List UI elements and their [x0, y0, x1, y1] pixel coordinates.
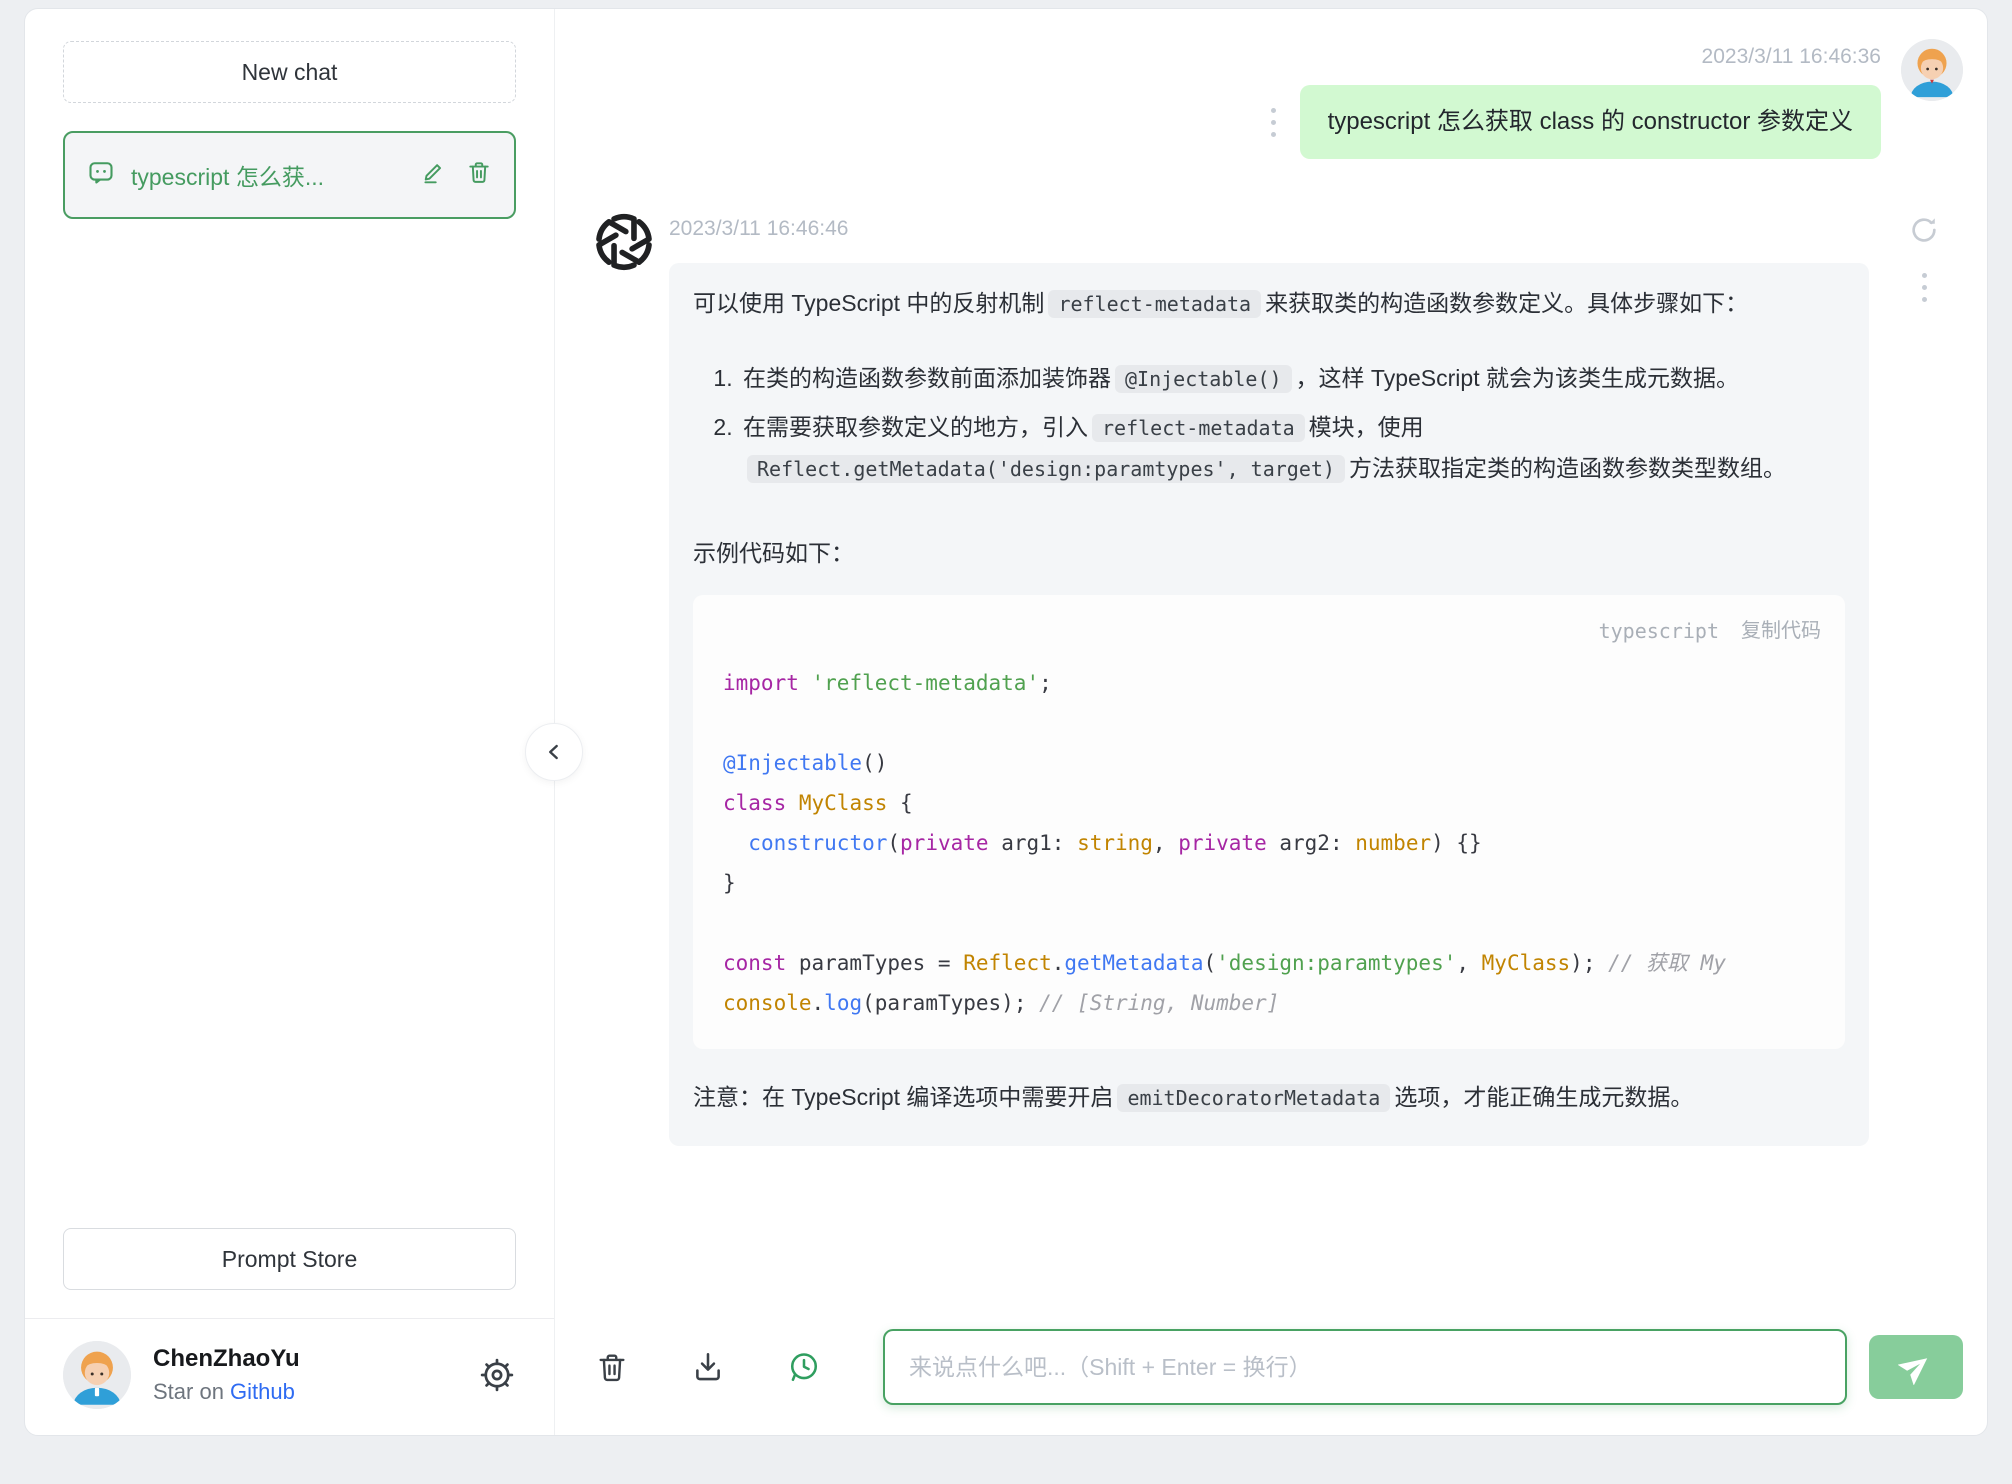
assistant-steps-list: 在类的构造函数参数前面添加装饰器@Injectable()，这样 TypeScr…: [693, 358, 1845, 489]
user-info: ChenZhaoYu Star on Github: [153, 1345, 456, 1405]
trash-icon[interactable]: [466, 159, 492, 191]
assistant-message-actions: [1885, 213, 1963, 310]
github-link[interactable]: Github: [230, 1379, 295, 1404]
chat-footer: [555, 1307, 1987, 1435]
copy-code-button[interactable]: 复制代码: [1741, 611, 1821, 651]
chat-history-icon[interactable]: [787, 1350, 821, 1384]
new-chat-button[interactable]: New chat: [63, 41, 516, 103]
assistant-message-body: 2023/3/11 16:46:46 可以使用 TypeScript 中的反射机…: [669, 213, 1869, 1146]
pencil-icon[interactable]: [420, 159, 446, 191]
assistant-note: 注意：在 TypeScript 编译选项中需要开启 emitDecoratorMe…: [693, 1084, 1694, 1112]
assistant-intro: 可以使用 TypeScript 中的反射机制 reflect-metadata 来获…: [693, 290, 1749, 318]
user-profile-row: ChenZhaoYu Star on Github: [25, 1319, 554, 1435]
chevron-left-icon: [549, 744, 558, 760]
conversation-actions: [420, 159, 492, 191]
assistant-step: 在需要获取参数定义的地方，引入reflect-metadata模块，使用Refl…: [739, 407, 1845, 489]
chat-bubble-icon: [87, 158, 115, 192]
chatgpt-logo: [595, 213, 653, 271]
assistant-message: 2023/3/11 16:46:46 可以使用 TypeScript 中的反射机…: [595, 213, 1963, 1146]
conversation-title: typescript 怎么获...: [131, 164, 324, 190]
refresh-icon[interactable]: [1907, 213, 1941, 247]
user-message-timestamp: 2023/3/11 16:46:36: [1701, 45, 1881, 68]
user-subtitle: Star on Github: [153, 1379, 456, 1405]
example-label: 示例代码如下：: [693, 540, 854, 566]
download-icon[interactable]: [691, 1350, 725, 1384]
sidebar-collapse-button[interactable]: [525, 723, 583, 781]
user-name: ChenZhaoYu: [153, 1345, 300, 1372]
code-content: import 'reflect-metadata'; @Injectable()…: [723, 671, 1726, 1015]
chat-messages: 2023/3/11 16:46:36 typescript 怎么获取 class…: [555, 9, 1987, 1307]
user-avatar: [63, 1341, 131, 1409]
code-block-header: typescript 复制代码: [693, 595, 1845, 651]
sidebar-top: New chat typescript 怎么获...: [25, 9, 554, 219]
star-on-text: Star on: [153, 1379, 231, 1404]
message-input[interactable]: [883, 1329, 1847, 1405]
app-window: New chat typescript 怎么获... Prompt Store …: [24, 8, 1988, 1436]
user-message: 2023/3/11 16:46:36 typescript 怎么获取 class…: [595, 39, 1963, 159]
send-button[interactable]: [1869, 1335, 1963, 1399]
sidebar-bottom: Prompt Store: [25, 1228, 554, 1318]
user-message-body: 2023/3/11 16:46:36 typescript 怎么获取 class…: [1270, 39, 1881, 159]
sidebar: New chat typescript 怎么获... Prompt Store …: [25, 9, 583, 1435]
assistant-step: 在类的构造函数参数前面添加装饰器@Injectable()，这样 TypeScr…: [739, 358, 1845, 399]
sidebar-item-conversation[interactable]: typescript 怎么获...: [63, 131, 516, 219]
paper-plane-icon: [1898, 1358, 1928, 1385]
vertical-dots-icon[interactable]: [1921, 273, 1927, 302]
trash-icon[interactable]: [595, 1350, 629, 1384]
assistant-message-timestamp: 2023/3/11 16:46:46: [669, 217, 849, 240]
assistant-message-bubble: 可以使用 TypeScript 中的反射机制 reflect-metadata 来获…: [669, 263, 1869, 1146]
code-language-label: typescript: [1598, 619, 1719, 643]
user-message-bubble: typescript 怎么获取 class 的 constructor 参数定义: [1299, 85, 1881, 159]
gear-icon[interactable]: [478, 1356, 516, 1394]
chat-main: 2023/3/11 16:46:36 typescript 怎么获取 class…: [555, 9, 1987, 1435]
prompt-store-button[interactable]: Prompt Store: [63, 1228, 516, 1290]
code-block: typescript 复制代码 import 'reflect-metadata…: [693, 595, 1845, 1049]
user-avatar: [1901, 39, 1963, 101]
vertical-dots-icon[interactable]: [1270, 107, 1276, 137]
